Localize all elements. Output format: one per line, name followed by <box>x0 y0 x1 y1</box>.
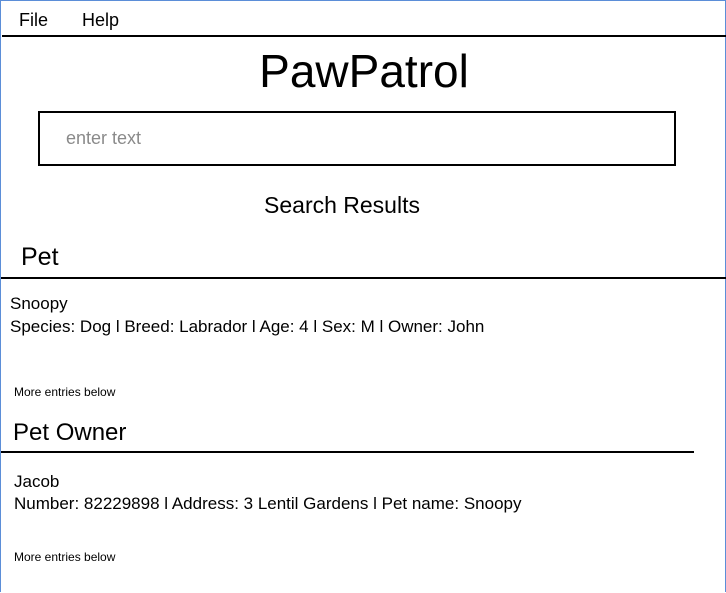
pet-section-divider <box>1 277 726 279</box>
pet-section-title: Pet <box>21 243 59 271</box>
app-title: PawPatrol <box>259 45 469 97</box>
menu-bar: File Help <box>2 2 726 37</box>
owner-entry-name[interactable]: Jacob <box>14 472 59 492</box>
pet-owner-section-divider <box>1 451 694 453</box>
search-input[interactable] <box>38 111 676 166</box>
pet-more-entries-note: More entries below <box>14 385 116 399</box>
menu-help[interactable]: Help <box>82 10 119 30</box>
pet-entry-name[interactable]: Snoopy <box>10 294 68 314</box>
menu-file[interactable]: File <box>19 10 48 30</box>
owner-more-entries-note: More entries below <box>14 550 116 564</box>
app-window: File Help PawPatrol Search Results Pet S… <box>0 0 726 592</box>
owner-entry-details: Number: 82229898 l Address: 3 Lentil Gar… <box>14 494 522 513</box>
pet-owner-section-title: Pet Owner <box>13 419 127 446</box>
search-results-heading: Search Results <box>264 192 420 218</box>
pet-entry-details: Species: Dog l Breed: Labrador l Age: 4 … <box>10 317 485 336</box>
